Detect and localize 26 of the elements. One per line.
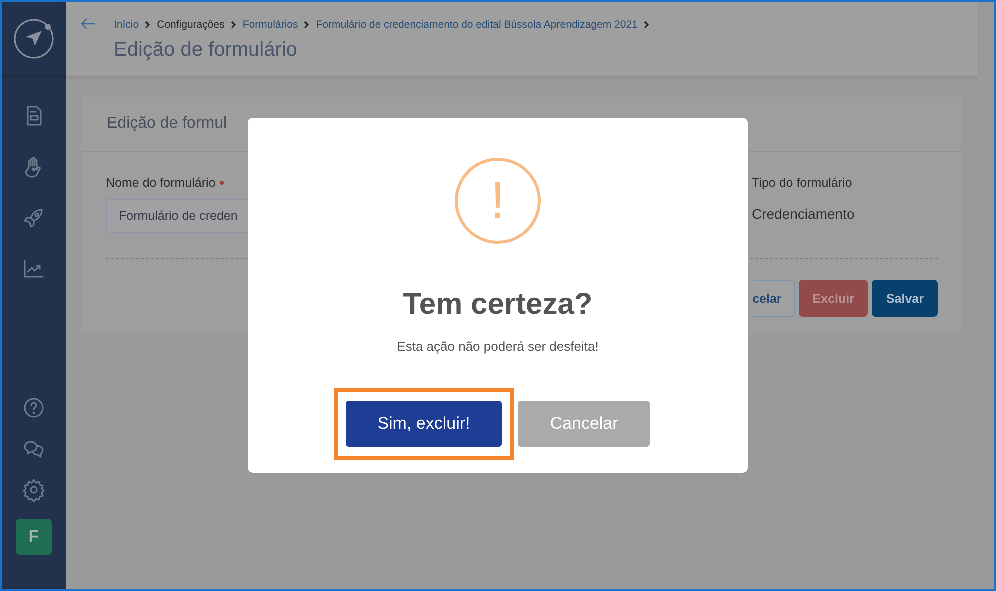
card-title: Edição de formul [107,115,228,133]
dialog-title: Tem certeza? [403,288,593,322]
field-value: Credenciamento [752,206,856,222]
chevron-icon [644,21,650,29]
field-label: Nome do formulário [106,176,216,190]
chevron-icon [145,21,152,29]
confirm-button[interactable]: Sim, excluir! [346,401,502,447]
breadcrumb-link[interactable]: Formulário de credenciamento do edital Bússola Aprendizagem 2021 [316,19,638,31]
warning-icon: ! [455,158,541,244]
logo-icon[interactable] [13,18,55,60]
settings-icon[interactable] [22,478,46,502]
page-title: Edição de formulário [114,39,298,62]
chevron-icon [304,21,310,29]
breadcrumb-current: Configurações [157,19,225,31]
dialog-message: Esta ação não poderá ser desfeita! [397,339,599,354]
cancel-button[interactable]: celar [752,280,795,317]
breadcrumb-link[interactable]: Início [114,19,140,31]
help-icon[interactable] [22,396,46,420]
back-arrow-icon[interactable] [80,18,96,30]
delete-button[interactable]: Excluir [798,280,868,317]
field-label: Tipo do formulário [752,176,852,190]
user-avatar[interactable]: F [16,519,52,555]
save-button[interactable]: Salvar [872,280,938,317]
chevron-icon [230,21,237,29]
breadcrumb-link[interactable]: Formulários [242,19,298,31]
cancel-button[interactable]: Cancelar [518,401,650,447]
